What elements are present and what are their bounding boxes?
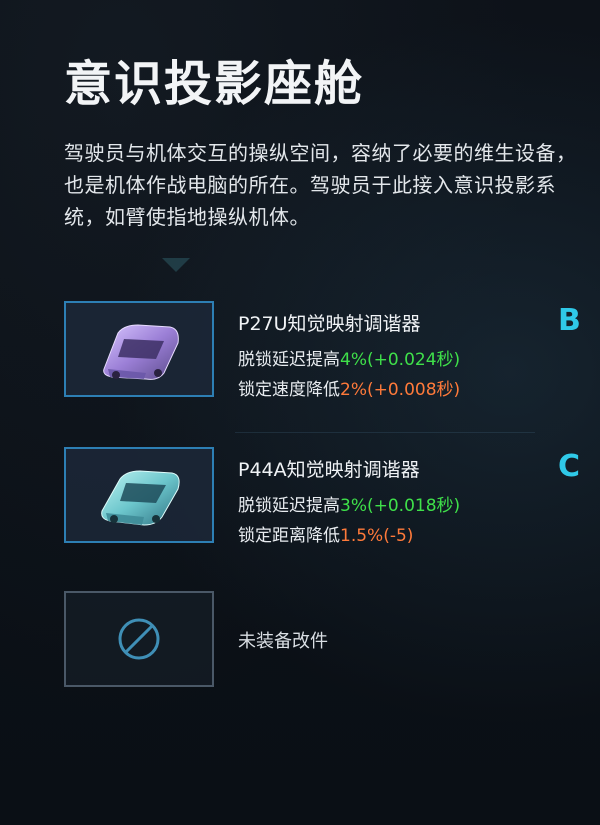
empty-module-slot[interactable] [64,591,214,687]
stat-label: 锁定速度降低 [238,380,340,400]
module-card-2[interactable]: P44A知觉映射调谐器 脱锁延迟提高3%(+0.018秒) 锁定距离降低1.5%… [64,447,600,547]
panel-title: 意识投影座舱 [64,56,365,112]
stat-value-negative: 1.5%(-5) [340,526,414,546]
module-slot-1[interactable] [64,301,214,397]
module-stat-1: 脱锁延迟提高3%(+0.018秒) [238,491,460,516]
empty-module-card[interactable]: 未装备改件 [64,591,600,691]
module-stat-1: 脱锁延迟提高4%(+0.024秒) [238,345,460,370]
teal-car-part-icon [101,470,180,526]
stat-value-positive: 4%(+0.024秒) [340,350,461,370]
stat-label: 锁定距离降低 [238,526,340,546]
stat-value-negative: 2%(+0.008秒) [340,380,461,400]
decor-triangle [162,258,190,272]
purple-car-part-icon [103,324,179,380]
stat-value-positive: 3%(+0.018秒) [340,496,461,516]
module-slot-2[interactable] [64,447,214,543]
module-stat-2: 锁定距离降低1.5%(-5) [238,521,413,546]
module-card-1[interactable]: P27U知觉映射调谐器 脱锁延迟提高4%(+0.024秒) 锁定速度降低2%(+… [64,301,600,401]
panel-description: 驾驶员与机体交互的操纵空间，容纳了必要的维生设备，也是机体作战电脑的所在。驾驶员… [64,141,577,229]
decor-line [235,432,535,433]
grade-badge: C [558,449,581,484]
prohibited-icon [118,618,160,660]
stat-label: 脱锁延迟提高 [238,496,340,516]
background [0,0,600,825]
module-name: P27U知觉映射调谐器 [238,313,421,335]
module-stat-2: 锁定速度降低2%(+0.008秒) [238,375,460,400]
empty-slot-label: 未装备改件 [238,631,328,652]
module-name: P44A知觉映射调谐器 [238,459,420,481]
stat-label: 脱锁延迟提高 [238,350,340,370]
grade-badge: B [558,303,581,338]
